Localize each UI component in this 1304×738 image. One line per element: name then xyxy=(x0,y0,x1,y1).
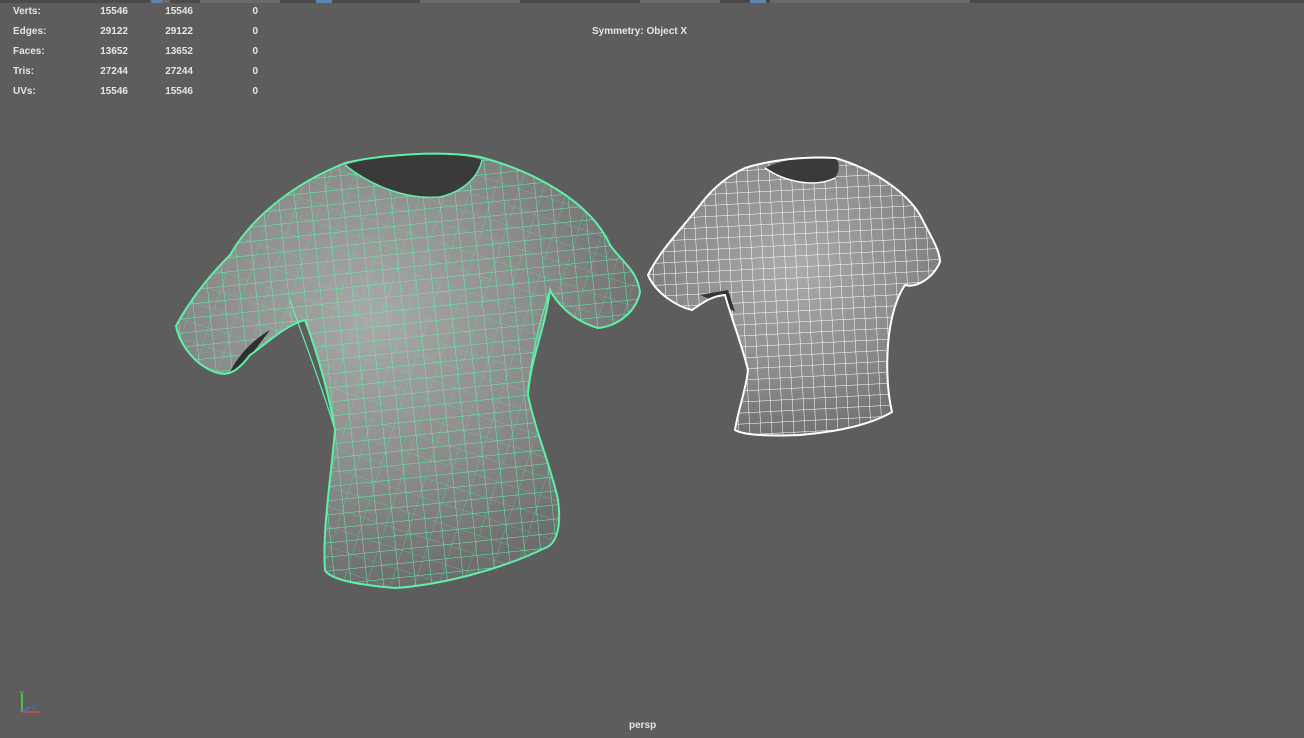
tshirt-small-mesh[interactable] xyxy=(640,150,950,445)
tshirt-large-mesh[interactable] xyxy=(170,150,650,595)
camera-name-label: persp xyxy=(629,720,657,731)
mesh-layer xyxy=(170,150,950,595)
axis-gizmo: y z xyxy=(20,690,40,713)
z-axis-label: z xyxy=(32,705,36,712)
y-axis-label: y xyxy=(20,690,24,697)
viewport-persp[interactable]: Verts: 15546 15546 0 Edges: 29122 29122 … xyxy=(0,0,1304,738)
